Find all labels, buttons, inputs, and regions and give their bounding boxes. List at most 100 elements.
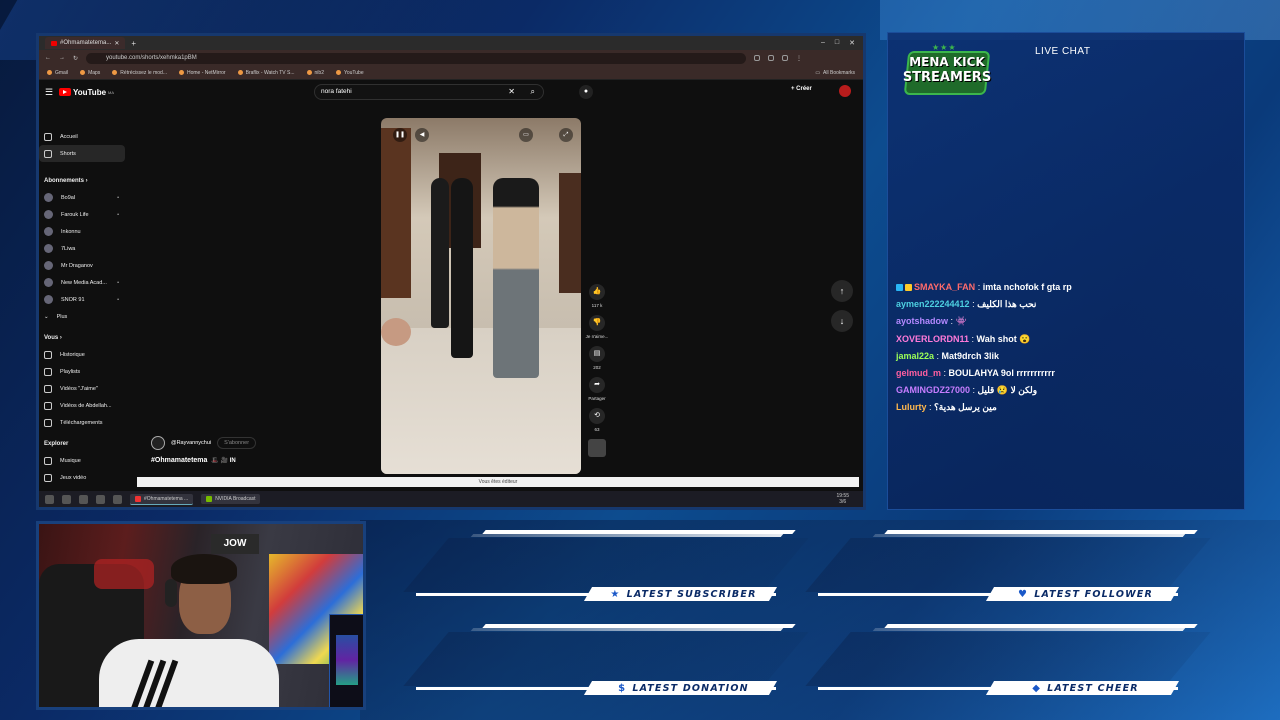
sidebar-item-downloads[interactable]: Téléchargements bbox=[39, 414, 131, 431]
microphone-icon[interactable]: ● bbox=[579, 85, 593, 99]
chat-username: SMAYKA_FAN bbox=[914, 282, 976, 292]
subscription-item[interactable]: Mr Draganov bbox=[39, 257, 131, 274]
avatar[interactable] bbox=[839, 85, 851, 97]
channel-name[interactable]: @Rayvannychui bbox=[171, 440, 211, 446]
webcam-detail bbox=[329, 614, 363, 707]
subscription-item[interactable]: New Media Acad... • bbox=[39, 274, 131, 291]
tab-bar: #Ohmamatetema... ✕ + – □ ✕ bbox=[39, 36, 863, 50]
back-icon[interactable]: ← bbox=[45, 55, 51, 61]
chat-text: Wah shot 😮 bbox=[976, 333, 1031, 344]
fullscreen-icon[interactable]: ⤢ bbox=[559, 128, 573, 142]
new-tab-button[interactable]: + bbox=[131, 39, 136, 48]
video-frame-detail bbox=[559, 173, 581, 293]
bookmark[interactable]: YouTube bbox=[335, 70, 364, 76]
reload-icon[interactable]: ↻ bbox=[73, 55, 78, 62]
search-icon[interactable]: ⌕ bbox=[531, 85, 535, 99]
create-button[interactable]: + Créer bbox=[791, 86, 812, 92]
download-icon bbox=[44, 418, 52, 427]
app-icon[interactable] bbox=[113, 494, 122, 504]
bookmark[interactable]: Gmail bbox=[47, 70, 68, 76]
subscription-item[interactable]: Inkonnu bbox=[39, 223, 131, 240]
hamburger-menu-icon[interactable]: ☰ bbox=[45, 87, 59, 98]
chat-text: ولكن لا 😢 قليل bbox=[977, 385, 1038, 396]
chat-text: BOULAHYA 9ol rrrrrrrrrrr bbox=[948, 368, 1055, 379]
url-field[interactable]: youtube.com/shorts/xehmka1pBM bbox=[86, 52, 747, 64]
subscription-item[interactable]: Farouk Life • bbox=[39, 206, 131, 223]
shorts-icon bbox=[44, 149, 52, 158]
sidebar-item-shorts[interactable]: Shorts bbox=[39, 145, 125, 162]
sidebar-item-music[interactable]: Musique bbox=[39, 452, 131, 469]
clear-search-icon[interactable]: ✕ bbox=[508, 85, 515, 99]
gift-badge-icon bbox=[905, 284, 912, 292]
pause-icon[interactable]: ❚❚ bbox=[393, 128, 407, 142]
bookmark[interactable]: Braflix - Watch TV S... bbox=[237, 70, 295, 76]
chat-title: LIVE CHAT bbox=[1035, 46, 1091, 57]
remix-action[interactable]: ⟲ 63 bbox=[585, 408, 609, 432]
minimize-icon[interactable]: – bbox=[821, 39, 825, 47]
all-bookmarks[interactable]: ▭ All Bookmarks bbox=[815, 70, 855, 76]
taskbar-item-browser[interactable]: #Ohmamatetema ... bbox=[130, 493, 194, 505]
channel-avatar[interactable] bbox=[151, 436, 165, 450]
folder-icon: ▭ bbox=[815, 69, 821, 76]
system-clock[interactable]: 19:55 3/6 bbox=[836, 493, 849, 505]
bookmark[interactable]: Home - NetMirror bbox=[178, 70, 226, 76]
bookmark[interactable]: nib2 bbox=[306, 70, 324, 76]
sidebar-item-liked[interactable]: Vidéos "J'aime" bbox=[39, 380, 131, 397]
close-window-icon[interactable]: ✕ bbox=[849, 39, 855, 47]
volume-icon[interactable]: ◀ bbox=[415, 128, 429, 142]
sidebar-item-home[interactable]: Accueil bbox=[39, 128, 131, 145]
channel-avatar bbox=[44, 210, 53, 219]
sidebar-item-playlists[interactable]: Playlists bbox=[39, 363, 131, 380]
you-header[interactable]: Vous › bbox=[39, 329, 131, 346]
share-action[interactable]: ➦ Partager bbox=[585, 377, 609, 401]
search-input[interactable]: nora fatehi ✕ ⌕ bbox=[314, 84, 544, 100]
bookmark[interactable]: Rétrécissez le mod... bbox=[112, 70, 167, 76]
latest-subscriber-bar: ★ LATEST SUBSCRIBER bbox=[403, 530, 809, 608]
shorts-video-player[interactable]: ❚❚ ◀ ▭ ⤢ bbox=[381, 118, 581, 474]
sound-thumbnail[interactable] bbox=[585, 439, 609, 457]
close-tab-icon[interactable]: ✕ bbox=[114, 40, 119, 47]
sidebar-item-your-videos[interactable]: Vidéos de Abdellah... bbox=[39, 397, 131, 414]
like-action[interactable]: 👍 117 k bbox=[585, 284, 609, 308]
subscriber-badge-icon bbox=[896, 284, 903, 292]
webcam-feed: JOW bbox=[36, 521, 366, 710]
sidebar-item-more[interactable]: ⌄ Plus bbox=[39, 308, 131, 325]
next-short-button[interactable]: ↓ bbox=[831, 310, 853, 332]
sidebar-item-gaming[interactable]: Jeux vidéo bbox=[39, 469, 131, 486]
star-icon: ★ bbox=[610, 588, 621, 600]
sound-icon bbox=[588, 439, 606, 457]
browser-capture: #Ohmamatetema... ✕ + – □ ✕ ← → ↻ youtube… bbox=[36, 33, 866, 510]
captions-icon[interactable]: ▭ bbox=[519, 128, 533, 142]
profile-icon[interactable] bbox=[782, 55, 789, 61]
youtube-logo[interactable]: YouTube MA bbox=[59, 88, 114, 97]
extension-icon[interactable] bbox=[754, 55, 761, 61]
sidebar-item-history[interactable]: Historique bbox=[39, 346, 131, 363]
chat-username: ayotshadow bbox=[896, 316, 949, 327]
subscription-item[interactable]: Bo9al • bbox=[39, 189, 131, 206]
bookmark[interactable]: Maps bbox=[80, 70, 100, 76]
file-explorer-icon[interactable] bbox=[96, 494, 105, 504]
dislike-action[interactable]: 👎 Je n'aime... bbox=[585, 315, 609, 339]
subscription-item[interactable]: 7Liwa bbox=[39, 240, 131, 257]
tab-title: #Ohmamatetema... bbox=[60, 40, 112, 46]
start-icon[interactable] bbox=[45, 494, 54, 504]
taskbar-item-nvidia[interactable]: NVIDIA Broadcast bbox=[201, 494, 261, 504]
subscriptions-header[interactable]: Abonnements › bbox=[39, 172, 131, 189]
heart-icon: ♥ bbox=[1018, 588, 1029, 600]
youtube-sidebar: Accueil Shorts Abonnements › Bo9al • Faro… bbox=[39, 128, 131, 486]
comment-action[interactable]: ▤ 202 bbox=[585, 346, 609, 370]
previous-short-button[interactable]: ↑ bbox=[831, 280, 853, 302]
menu-icon[interactable]: ⋮ bbox=[796, 55, 802, 62]
video-frame-detail bbox=[451, 178, 473, 358]
forward-icon[interactable]: → bbox=[59, 55, 65, 61]
chat-text: imta nchofok f gta rp bbox=[982, 282, 1072, 292]
subscription-item[interactable]: SNOR 91 • bbox=[39, 291, 131, 308]
extension-icon[interactable] bbox=[768, 55, 775, 61]
maximize-icon[interactable]: □ bbox=[835, 39, 839, 47]
task-view-icon[interactable] bbox=[79, 494, 88, 504]
latest-follower-bar: ♥ LATEST FOLLOWER bbox=[805, 530, 1211, 608]
subscribe-button[interactable]: S'abonner bbox=[217, 437, 257, 449]
browser-tab[interactable]: #Ohmamatetema... ✕ bbox=[45, 37, 126, 49]
chat-text: 👾 bbox=[955, 316, 967, 327]
search-icon[interactable] bbox=[62, 494, 71, 504]
